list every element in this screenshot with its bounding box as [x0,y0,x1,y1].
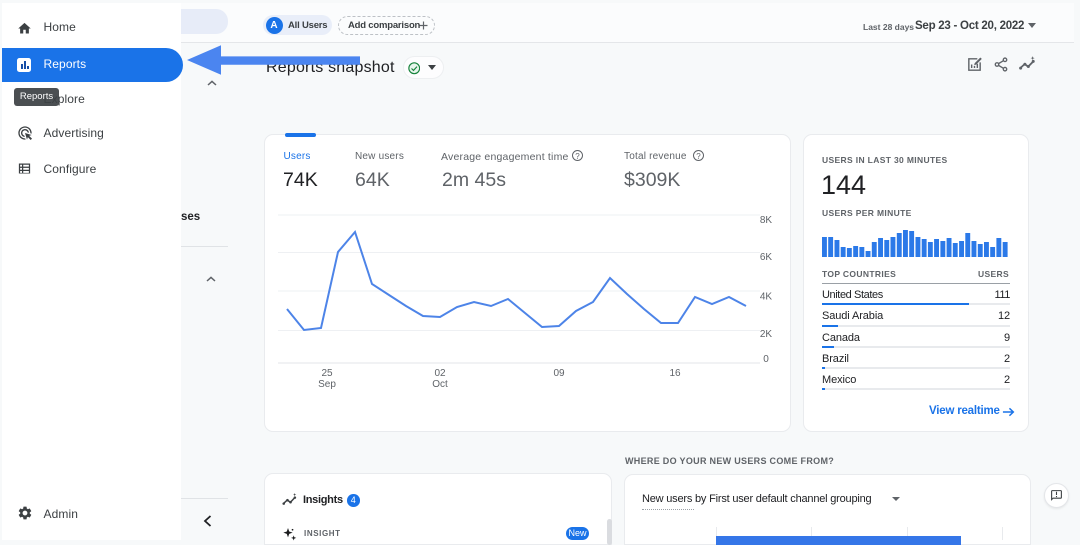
svg-text:02: 02 [434,368,446,379]
svg-text:25: 25 [321,368,333,379]
svg-text:8K: 8K [760,215,773,226]
svg-text:4K: 4K [760,292,773,303]
svg-text:Sep: Sep [318,379,336,390]
svg-text:2K: 2K [760,329,773,340]
svg-text:Oct: Oct [432,379,448,390]
svg-text:0: 0 [763,354,769,365]
svg-text:16: 16 [669,368,681,379]
svg-text:09: 09 [553,368,565,379]
svg-text:6K: 6K [760,252,773,263]
